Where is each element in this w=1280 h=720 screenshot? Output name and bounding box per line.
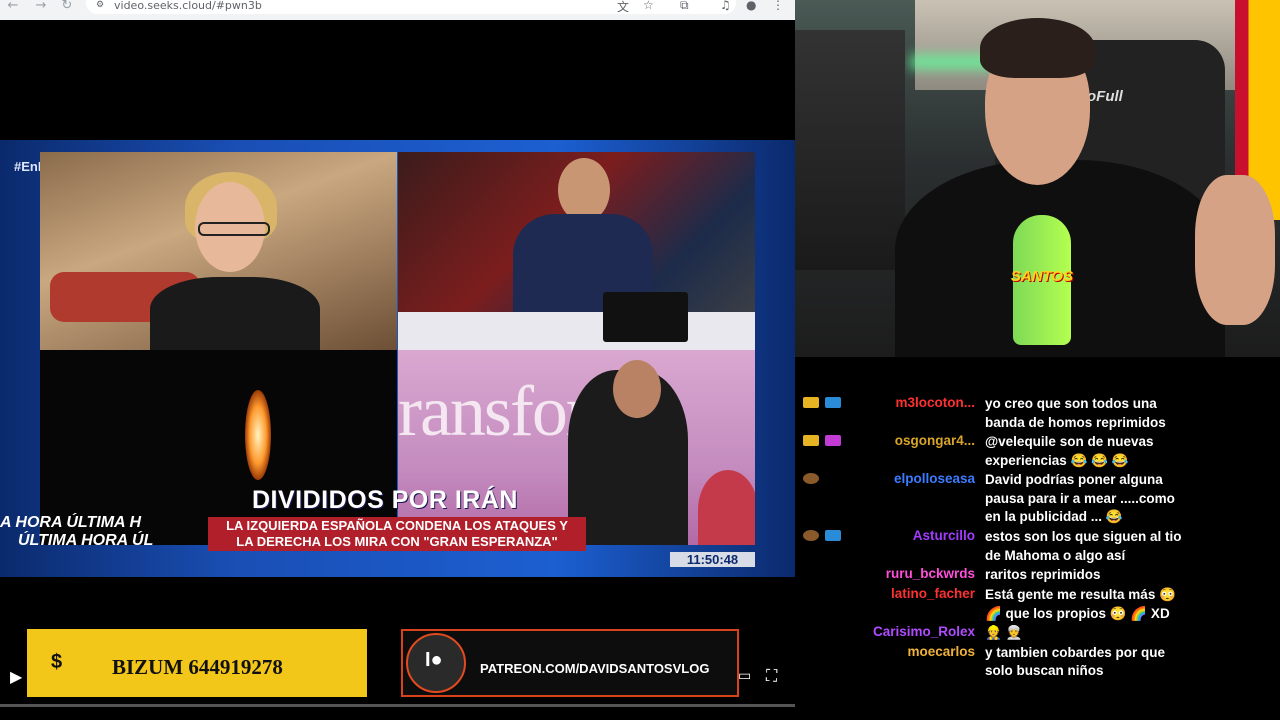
patreon-text: PATREON.COM/DAVIDSANTOSVLOG	[480, 661, 710, 676]
panel-guest-woman	[40, 152, 397, 350]
chat-message-text: estos son los que siguen al tio de Mahoma…	[985, 528, 1275, 565]
subheadline-line-2: LA DERECHA LOS MIRA CON "GRAN ESPERANZA"	[236, 534, 558, 549]
tv-broadcast: #EnBocaDeTodos2M ransfor A HORA ÚLTIMA H…	[0, 140, 795, 577]
translate-icon[interactable]: 文	[617, 0, 629, 15]
broadcast-clock: 11:50:48	[670, 552, 755, 567]
chat-message-line: estos son los que siguen al tio	[985, 529, 1182, 545]
chair-brand-logo: oFull	[1087, 88, 1123, 105]
bizum-donation-banner: $ BIZUM 644919278	[27, 629, 367, 697]
broadcast-subheadline: LA IZQUIERDA ESPAÑOLA CONDENA LOS ATAQUE…	[208, 517, 586, 551]
chat-message-line: pausa para ir a mear .....como	[985, 490, 1175, 506]
chat-message-line: experiencias 😂 😂 😂	[985, 452, 1129, 468]
anchor-face-shape	[558, 158, 610, 222]
chat-message-line: de Mahoma o algo así	[985, 547, 1126, 563]
chat-message-text: @velequile son de nuevas experiencias 😂 😂…	[985, 433, 1275, 470]
streamer-hair-shape	[980, 18, 1095, 78]
chat-message-line: Está gente me resulta más 😳	[985, 587, 1176, 602]
chat-badge-icon	[825, 530, 841, 542]
chat-message: Carisimo_Rolex 👷 👳	[795, 624, 1280, 643]
fullscreen-icon[interactable]: ⛶	[766, 666, 777, 686]
chat-message: m3locoton... yo creo que son todos una ban…	[795, 395, 1280, 432]
panel-news-anchor	[398, 152, 755, 350]
chat-message-line: @velequile son de nuevas	[985, 434, 1154, 450]
chat-message: moecarlos y tambien cobardes por que solo …	[795, 644, 1280, 681]
streamer-hand-shape	[1195, 175, 1275, 325]
chat-message: ruru_bckwrds raritos reprimidos	[795, 566, 1280, 585]
extensions-icon[interactable]: ⧉	[680, 0, 689, 13]
miniplayer-icon[interactable]: ▭	[738, 668, 751, 684]
chat-message-text: raritos reprimidos	[985, 566, 1275, 585]
panel-rally-singer: ransfor	[398, 350, 755, 545]
patreon-icon: I●	[425, 649, 443, 671]
chat-message-line: David podrías poner alguna	[985, 472, 1163, 488]
chat-message-line: raritos reprimidos	[985, 567, 1101, 583]
chat-message-line: en la publicidad ... 😂	[985, 509, 1123, 525]
chat-message: latino_facher Está gente me resulta más 😳…	[795, 586, 1280, 623]
media-control-icon[interactable]: ♫	[720, 0, 731, 12]
breaking-news-ticker: A HORA ÚLTIMA H ÚLTIMA HORA ÚL	[0, 514, 200, 564]
address-bar[interactable]: ⚙ video.seeks.cloud/#pwn3b	[86, 0, 736, 14]
chat-message-line: banda de homos reprimidos	[985, 414, 1166, 430]
chat-username[interactable]: Carisimo_Rolex	[873, 624, 975, 639]
chat-username[interactable]: elpolloseasa	[894, 471, 975, 486]
chat-badge-icon	[825, 435, 841, 447]
chat-message-text: David podrías poner alguna pausa para ir …	[985, 471, 1275, 527]
chat-message-text: y tambien cobardes por que solo buscan ni…	[985, 644, 1275, 681]
bookmark-star-icon[interactable]: ☆	[643, 0, 654, 12]
chat-message-line: solo buscan niños	[985, 663, 1104, 679]
chat-username[interactable]: moecarlos	[907, 644, 975, 659]
chat-message-text: 👷 👳	[985, 624, 1275, 643]
singer-head-shape	[613, 360, 661, 418]
chat-username[interactable]: m3locoton...	[895, 395, 975, 410]
back-icon[interactable]: ←	[4, 0, 22, 14]
dollar-icon: $	[51, 651, 63, 673]
chat-badge-icon	[803, 473, 819, 485]
reload-icon[interactable]: ↻	[58, 0, 76, 14]
chat-message: osgongar4... @velequile son de nuevas expe…	[795, 433, 1280, 470]
mic-brand-logo: SANTOS	[1010, 268, 1074, 285]
chat-message-text: Está gente me resulta más 😳 🌈 que los pro…	[985, 586, 1275, 623]
profile-avatar-icon[interactable]: ●	[746, 0, 756, 12]
supporter-shape	[698, 470, 755, 545]
site-info-icon[interactable]: ⚙	[96, 0, 106, 9]
news-desk-shape	[398, 312, 755, 350]
browser-toolbar: ← → ↻ ⚙ video.seeks.cloud/#pwn3b 文 ☆ ⧉ ♫…	[0, 0, 795, 21]
chat-badge-icon	[825, 397, 841, 408]
chat-message-line: 👷 👳	[985, 625, 1023, 641]
chat-badge-icon	[803, 397, 819, 408]
chat-message-line: yo creo que son todos una	[985, 396, 1157, 411]
chat-message-line: 🌈 que los propios 😳 🌈 XD	[985, 605, 1170, 621]
rally-backdrop-word: ransfor	[398, 371, 590, 451]
play-icon[interactable]: ▶	[10, 667, 22, 686]
chat-message-line: y tambien cobardes por que	[985, 644, 1166, 660]
bizum-text: BIZUM 644919278	[112, 655, 283, 679]
chat-username[interactable]: Asturcillo	[913, 528, 975, 543]
forward-icon[interactable]: →	[32, 0, 50, 14]
chat-message: elpolloseasa David podrías poner alguna pa…	[795, 471, 1280, 527]
guest-body-shape	[150, 277, 320, 350]
ticker-line-2: ÚLTIMA HORA ÚL	[18, 532, 154, 549]
chat-username[interactable]: osgongar4...	[895, 433, 975, 448]
video-progress-bar[interactable]	[0, 704, 795, 707]
chat-message-text: yo creo que son todos una banda de homos …	[985, 395, 1275, 432]
subheadline-line-1: LA IZQUIERDA ESPAÑOLA CONDENA LOS ATAQUE…	[226, 518, 568, 533]
chat-badge-icon	[803, 530, 819, 542]
url-text: video.seeks.cloud/#pwn3b	[114, 0, 262, 12]
chat-username[interactable]: ruru_bckwrds	[886, 566, 975, 581]
patreon-banner: I● PATREON.COM/DAVIDSANTOSVLOG	[401, 629, 739, 697]
laptop-shape	[603, 292, 688, 342]
glasses-shape	[198, 222, 270, 236]
shelf-collectibles-shape	[795, 30, 905, 270]
broadcast-headline: DIVIDIDOS POR IRÁN	[252, 486, 518, 514]
menu-icon[interactable]: ⋮	[772, 0, 784, 12]
live-chat: m3locoton... yo creo que son todos una ban…	[795, 357, 1280, 720]
streamer-webcam: oFull SANTOS	[795, 0, 1280, 357]
chat-message: Asturcillo estos son los que siguen al ti…	[795, 528, 1280, 565]
fire-glow-shape	[245, 390, 271, 480]
chat-username[interactable]: latino_facher	[891, 586, 975, 601]
chat-badge-icon	[803, 435, 819, 447]
ticker-line-1: A HORA ÚLTIMA H	[0, 514, 142, 531]
